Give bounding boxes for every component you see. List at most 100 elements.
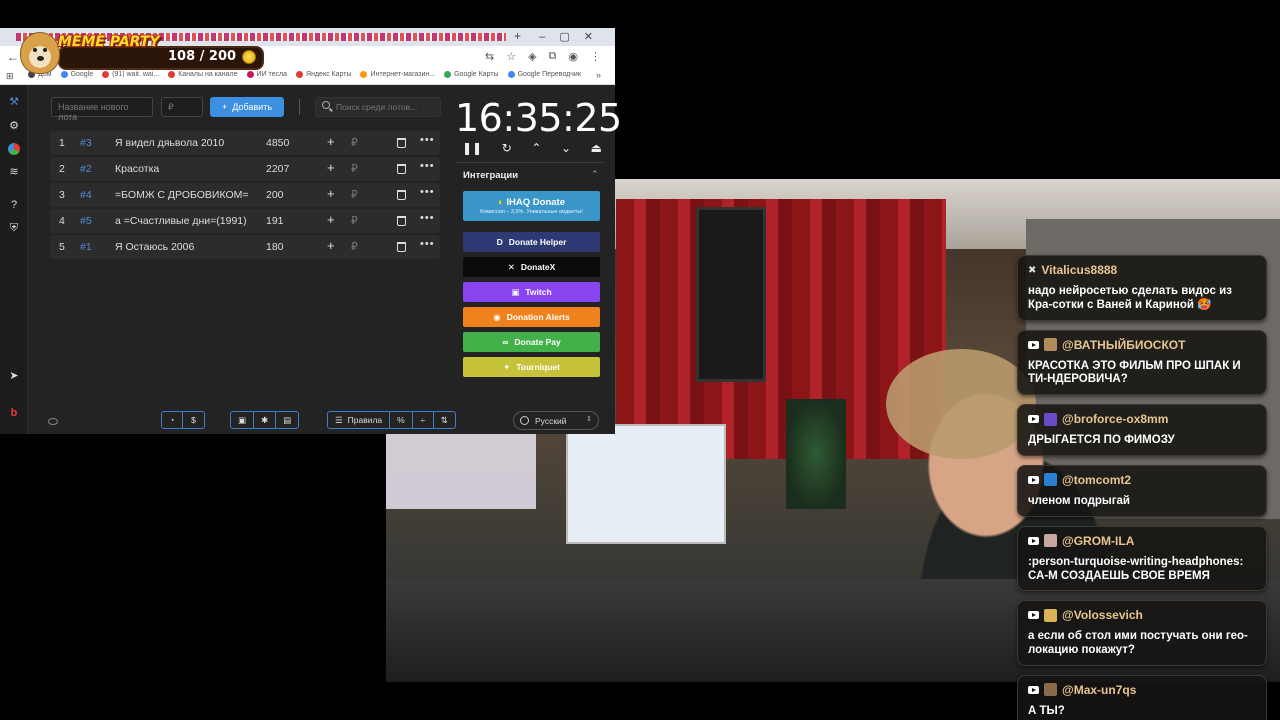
chat-message: @Volossevich а если об стол ими постучать… bbox=[1017, 600, 1267, 666]
amount-input[interactable]: ₽ bbox=[351, 163, 358, 175]
new-tab-button[interactable]: + bbox=[514, 29, 521, 43]
lot-search-input[interactable]: Поиск среди лотов... bbox=[315, 97, 441, 117]
more-dots-icon[interactable]: ••• bbox=[420, 160, 435, 172]
sort-icon[interactable]: ⇅ bbox=[434, 412, 455, 428]
profile-icon[interactable]: ◉ bbox=[568, 50, 578, 63]
github-icon[interactable]: ◔ bbox=[162, 412, 183, 428]
chat-message-header: ✖ Vitalicus8888 bbox=[1028, 262, 1256, 278]
more-dots-icon[interactable]: ••• bbox=[420, 238, 435, 250]
eject-icon[interactable]: ⏏ bbox=[591, 141, 602, 155]
add-amount-icon[interactable]: + bbox=[327, 212, 335, 227]
add-amount-icon[interactable]: + bbox=[327, 186, 335, 201]
amount-input[interactable]: ₽ bbox=[351, 215, 358, 227]
amount-input[interactable]: ₽ bbox=[161, 97, 203, 117]
table-row[interactable]: 5 #1 Я Остаюсь 2006 180 + ₽ ••• bbox=[50, 235, 440, 259]
plus-icon: + bbox=[221, 102, 228, 112]
table-row[interactable]: 3 #4 =БОМЖ С ДРОБОВИКОМ= 200 + ₽ ••• bbox=[50, 183, 440, 207]
bookmark-label: Google Переводчик bbox=[517, 71, 581, 78]
lot-amount[interactable]: 2207 bbox=[266, 163, 289, 175]
translate-icon[interactable]: ⇆ bbox=[485, 50, 494, 63]
more-dots-icon[interactable]: ••• bbox=[420, 212, 435, 224]
visibility-eye-icon[interactable] bbox=[48, 418, 58, 425]
integration-button-donation-alerts[interactable]: ◉ Donation Alerts bbox=[463, 307, 600, 327]
extensions-icon[interactable]: ⧉ bbox=[549, 50, 557, 63]
bookmark-item[interactable]: Яндекс Карты bbox=[296, 71, 351, 78]
shield-icon[interactable]: ⛨ bbox=[8, 222, 20, 234]
more-dots-icon[interactable]: ••• bbox=[420, 134, 435, 146]
integration-label: Donate Pay bbox=[514, 337, 561, 347]
percent-button[interactable]: % bbox=[390, 412, 413, 428]
integration-button-donate-pay[interactable]: ∞ Donate Pay bbox=[463, 332, 600, 352]
rules-button[interactable]: ☰ Правила bbox=[328, 412, 391, 428]
amount-input[interactable]: ₽ bbox=[351, 189, 358, 201]
wheel-icon[interactable] bbox=[8, 143, 20, 155]
save-icon[interactable]: ▣ bbox=[231, 412, 255, 428]
stream-scene: ✖ Vitalicus8888 надо нейросетью сделать ви… bbox=[0, 0, 1280, 720]
table-row[interactable]: 2 #2 Красотка 2207 + ₽ ••• bbox=[50, 157, 440, 181]
bookmarks-more-icon[interactable]: » bbox=[596, 70, 601, 80]
amount-input[interactable]: ₽ bbox=[351, 241, 358, 253]
integration-button-ihaq-donate[interactable]: ◐ IHAQ Donate Комиссия – 3,5%. Уникальные… bbox=[463, 191, 600, 221]
trash-icon[interactable] bbox=[397, 216, 406, 226]
language-select[interactable]: Русский ⇕ bbox=[513, 411, 599, 430]
layers-icon[interactable]: ≋ bbox=[8, 166, 20, 178]
lot-amount[interactable]: 180 bbox=[266, 241, 284, 253]
shield-extension-icon[interactable]: ◈ bbox=[528, 50, 536, 63]
lot-amount[interactable]: 4850 bbox=[266, 137, 289, 149]
donate-dollar-icon[interactable]: $ bbox=[183, 412, 204, 428]
lot-name[interactable]: Красотка bbox=[115, 163, 255, 175]
add-amount-icon[interactable]: + bbox=[327, 238, 335, 253]
more-dots-icon[interactable]: ••• bbox=[420, 186, 435, 198]
integration-button-tourniquet[interactable]: ✦ Tourniquet bbox=[463, 357, 600, 377]
trash-icon[interactable] bbox=[397, 242, 406, 252]
youtube-icon bbox=[1028, 536, 1039, 545]
integration-button-donate-helper[interactable]: D Donate Helper bbox=[463, 232, 600, 252]
bookmark-item[interactable]: Google Переводчик bbox=[507, 71, 581, 78]
settings-gear-icon[interactable]: ⚙ bbox=[8, 120, 20, 132]
sidebar: ⚒ ⚙ ≋ ? ⛨ ➤ b bbox=[0, 86, 28, 434]
add-lot-button[interactable]: + Добавить bbox=[210, 97, 284, 117]
lot-name[interactable]: Я Остаюсь 2006 bbox=[115, 241, 255, 253]
new-lot-input[interactable]: Название нового лота bbox=[51, 97, 153, 122]
chat-username: @tomcomt2 bbox=[1062, 472, 1132, 487]
integration-label: DonateX bbox=[520, 262, 556, 272]
donate-pay-icon: ∞ bbox=[502, 337, 509, 347]
menu-icon[interactable]: ⋮ bbox=[590, 50, 601, 63]
lot-id: #3 bbox=[80, 137, 92, 149]
chat-message: @broforce-ox8mm ДРЫГАЕТСЯ ПО ФИМОЗУ bbox=[1017, 404, 1267, 456]
chevron-up-icon[interactable]: ⌃ bbox=[531, 141, 541, 155]
star-icon[interactable]: ☆ bbox=[506, 50, 516, 63]
split-icon[interactable]: ÷ bbox=[413, 412, 434, 428]
apps-grid-icon[interactable]: ⊞ bbox=[6, 71, 14, 82]
add-amount-icon[interactable]: + bbox=[327, 160, 335, 175]
book-icon[interactable]: ▤ bbox=[276, 412, 298, 428]
chat-username: @ВАТНЫЙБИОСКОТ bbox=[1062, 337, 1186, 352]
add-amount-icon[interactable]: + bbox=[327, 134, 335, 149]
tools-group: ▣ ✱ ▤ bbox=[230, 411, 300, 429]
pause-icon[interactable]: ❚❚ bbox=[462, 141, 482, 155]
bookmark-item[interactable]: Google Карты bbox=[444, 71, 499, 78]
help-icon[interactable]: ? bbox=[8, 199, 20, 211]
reset-icon[interactable]: ↻ bbox=[502, 141, 512, 155]
integration-button-donatex[interactable]: ✕ DonateX bbox=[463, 257, 600, 277]
integrations-collapse-icon[interactable]: ⌃ bbox=[591, 169, 599, 180]
bug-icon[interactable]: ✱ bbox=[254, 412, 277, 428]
trash-icon[interactable] bbox=[397, 190, 406, 200]
amount-input[interactable]: ₽ bbox=[351, 137, 358, 149]
auction-hammer-icon[interactable]: ⚒ bbox=[8, 96, 20, 108]
lot-amount[interactable]: 191 bbox=[266, 215, 284, 227]
table-row[interactable]: 4 #5 а =Счастливые дни=(1991) 191 + ₽ ••• bbox=[50, 209, 440, 233]
window-controls[interactable]: –▢✕ bbox=[539, 30, 607, 43]
chevron-down-icon[interactable]: ⌄ bbox=[561, 141, 571, 155]
trash-icon[interactable] bbox=[397, 138, 406, 148]
table-row[interactable]: 1 #3 Я видел дяьвола 2010 4850 + ₽ ••• bbox=[50, 131, 440, 155]
brand-icon[interactable]: b bbox=[8, 407, 20, 419]
bookmark-item[interactable]: Интернет-магазин... bbox=[360, 71, 435, 78]
lot-name[interactable]: Я видел дяьвола 2010 bbox=[115, 137, 255, 149]
integration-button-twitch[interactable]: ▣ Twitch bbox=[463, 282, 600, 302]
telegram-icon[interactable]: ➤ bbox=[8, 370, 20, 382]
trash-icon[interactable] bbox=[397, 164, 406, 174]
lot-amount[interactable]: 200 bbox=[266, 189, 284, 201]
lot-name[interactable]: а =Счастливые дни=(1991) bbox=[115, 215, 255, 227]
lot-name[interactable]: =БОМЖ С ДРОБОВИКОМ= bbox=[115, 189, 255, 201]
